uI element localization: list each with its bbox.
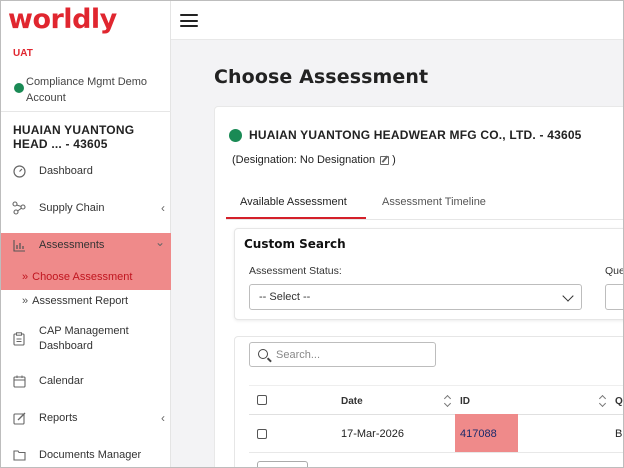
nav-item-documents-manager[interactable]: Documents Manager xyxy=(0,439,171,468)
tab-assessment-timeline[interactable]: Assessment Timeline xyxy=(382,196,486,208)
nav-label: Documents Manager xyxy=(39,449,142,461)
edit-icon xyxy=(12,411,26,425)
chevron-down-icon xyxy=(562,290,574,302)
supply-chain-icon xyxy=(12,201,26,215)
clipboard-icon xyxy=(12,332,26,346)
page-title: Choose Assessment xyxy=(214,66,429,88)
hamburger-menu-icon[interactable] xyxy=(180,14,198,27)
nav-label: Supply Chain xyxy=(39,202,105,214)
select-all-checkbox[interactable] xyxy=(257,395,267,405)
company-name: HUAIAN YUANTONG HEAD ... - 43605 xyxy=(13,123,135,151)
nav-item-reports[interactable]: Reports ‹ xyxy=(0,402,171,434)
column-header-id[interactable]: ID xyxy=(460,396,470,407)
bar-chart-icon xyxy=(12,238,26,252)
folder-icon xyxy=(12,448,26,462)
nav-item-assessments[interactable]: Assessments ⌄ xyxy=(0,229,171,261)
sort-icon[interactable] xyxy=(599,395,607,407)
assessment-status-label: Assessment Status: xyxy=(249,265,342,277)
nav-label: CAP Management Dashboard xyxy=(39,325,129,352)
chevron-left-icon: ‹ xyxy=(161,201,165,215)
pagination-button[interactable] xyxy=(257,461,308,468)
top-bar xyxy=(171,0,624,40)
tab-available-assessment[interactable]: Available Assessment xyxy=(240,196,347,208)
account-name: Compliance Mgmt Demo Account xyxy=(26,76,148,104)
nav-item-supply-chain[interactable]: Supply Chain ‹ xyxy=(0,192,171,224)
cell-date: 17-Mar-2026 xyxy=(341,428,404,440)
designation-close: ) xyxy=(392,154,396,166)
nav-label: Reports xyxy=(39,412,78,424)
designation-text: (Designation: No Designation xyxy=(232,154,376,166)
nav-label: Dashboard xyxy=(39,165,93,177)
custom-search-title: Custom Search xyxy=(244,237,346,251)
worldly-logo[interactable]: worldly xyxy=(8,4,117,36)
sidebar: worldly UAT Compliance Mgmt Demo Account… xyxy=(0,0,171,468)
status-dot-icon xyxy=(229,129,242,142)
second-filter-select[interactable] xyxy=(605,284,624,310)
cell-id[interactable]: 417088 xyxy=(460,428,497,440)
chevron-down-icon: ⌄ xyxy=(154,235,165,249)
second-filter-label: Que xyxy=(605,265,624,277)
table-search-input[interactable]: Search... xyxy=(249,342,436,367)
divider xyxy=(0,111,171,112)
nav-item-dashboard[interactable]: Dashboard xyxy=(0,155,171,187)
nav-item-cap-management[interactable]: CAP Management Dashboard xyxy=(0,322,171,356)
column-header-date[interactable]: Date xyxy=(341,396,363,407)
assessment-status-select[interactable]: -- Select -- xyxy=(249,284,582,310)
double-chevron-icon: » xyxy=(22,271,29,283)
chevron-left-icon: ‹ xyxy=(161,411,165,425)
tab-active-indicator xyxy=(226,217,366,219)
dashboard-icon xyxy=(12,164,26,178)
double-chevron-icon: » xyxy=(22,295,29,307)
sort-icon[interactable] xyxy=(444,395,452,407)
table-row[interactable]: 17-Mar-2026 417088 B xyxy=(249,415,624,453)
account-switcher[interactable]: Compliance Mgmt Demo Account xyxy=(14,74,164,106)
tabs: Available Assessment Assessment Timeline xyxy=(226,190,624,220)
nav-item-calendar[interactable]: Calendar xyxy=(0,365,171,397)
row-checkbox[interactable] xyxy=(257,429,267,439)
edit-icon[interactable] xyxy=(380,155,390,165)
tab-divider xyxy=(226,219,624,220)
calendar-icon xyxy=(12,374,26,388)
table-header: Date ID Q xyxy=(249,385,624,415)
column-header-third[interactable]: Q xyxy=(615,396,623,407)
search-icon xyxy=(258,349,268,359)
nav-label: Calendar xyxy=(39,375,84,387)
nav-label: Assessments xyxy=(39,239,105,251)
designation: (Designation: No Designation ) xyxy=(232,154,396,166)
sub-item-choose-assessment[interactable]: » Choose Assessment xyxy=(22,271,132,283)
select-value: -- Select -- xyxy=(259,291,311,303)
search-placeholder: Search... xyxy=(276,348,321,361)
cell-third: B xyxy=(615,428,623,440)
sub-item-label: Choose Assessment xyxy=(32,271,133,283)
status-dot-icon xyxy=(14,83,24,93)
sub-item-label: Assessment Report xyxy=(32,295,129,307)
env-label: UAT xyxy=(13,48,33,59)
sub-item-assessment-report[interactable]: » Assessment Report xyxy=(22,295,128,307)
org-name: HUAIAN YUANTONG HEADWEAR MFG CO., LTD. -… xyxy=(249,128,582,142)
